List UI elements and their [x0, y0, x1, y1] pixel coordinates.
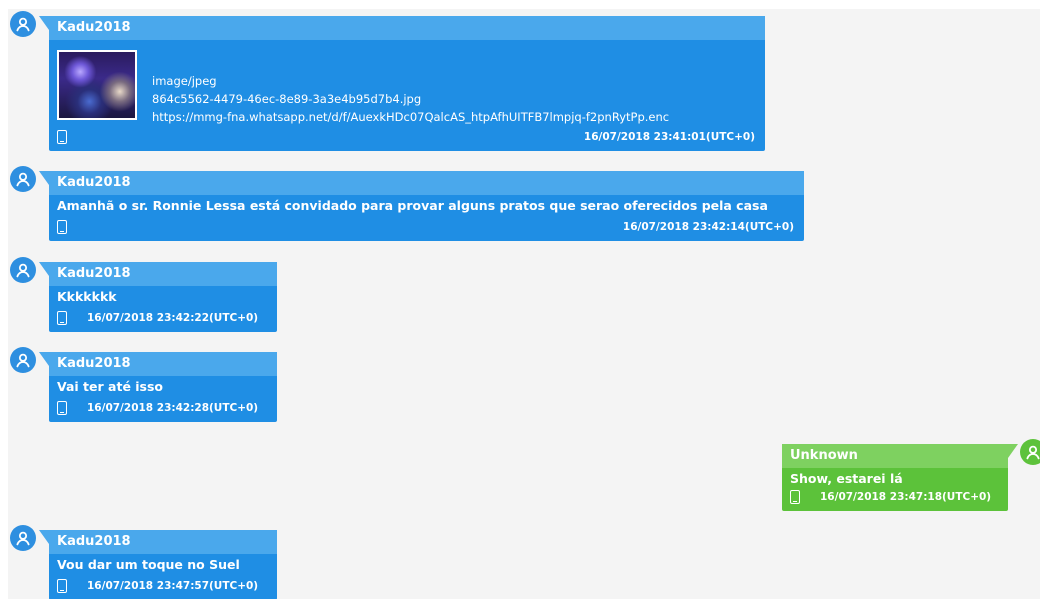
photo-preview: [59, 52, 135, 118]
phone-icon: [57, 401, 67, 415]
chat-transcript: Kadu2018 image/jpeg 864c5562-4479-46ec-8…: [8, 9, 1040, 599]
message-bubble[interactable]: Kadu2018 Kkkkkkk 16/07/2018 23:42:22(UTC…: [39, 262, 277, 332]
message-bubble[interactable]: Kadu2018 Vai ter até isso 16/07/2018 23:…: [39, 352, 277, 422]
attachment-url[interactable]: https://mmg-fna.whatsapp.net/d/f/AuexkHD…: [152, 108, 669, 126]
message-timestamp: 16/07/2018 23:41:01(UTC+0): [583, 131, 755, 143]
user-avatar-icon: [10, 166, 36, 192]
phone-icon: [57, 220, 67, 234]
user-avatar-icon: [1020, 439, 1040, 465]
message-text: Vou dar um toque no Suel: [57, 557, 240, 572]
sender-name: Kadu2018: [49, 262, 277, 286]
message-timestamp: 16/07/2018 23:47:18(UTC+0): [820, 491, 992, 503]
message-timestamp: 16/07/2018 23:42:14(UTC+0): [622, 221, 794, 233]
message-timestamp: 16/07/2018 23:47:57(UTC+0): [87, 580, 259, 592]
user-avatar-icon: [10, 347, 36, 373]
message-footer: 16/07/2018 23:42:28(UTC+0): [57, 401, 269, 417]
attachment-mime: image/jpeg: [152, 74, 217, 88]
message-footer: 16/07/2018 23:42:22(UTC+0): [57, 311, 269, 327]
sender-name: Kadu2018: [49, 171, 804, 195]
message-bubble[interactable]: Kadu2018 Amanhã o sr. Ronnie Lessa está …: [39, 171, 804, 241]
message-footer: 16/07/2018 23:41:01(UTC+0): [57, 130, 757, 146]
message-footer: 16/07/2018 23:42:14(UTC+0): [57, 220, 796, 236]
attachment-info: image/jpeg 864c5562-4479-46ec-8e89-3a3e4…: [152, 72, 669, 126]
phone-icon: [57, 130, 67, 144]
message-bubble[interactable]: Kadu2018 Vou dar um toque no Suel 16/07/…: [39, 530, 277, 599]
message-footer: 16/07/2018 23:47:18(UTC+0): [790, 490, 1000, 506]
message-bubble[interactable]: Kadu2018 image/jpeg 864c5562-4479-46ec-8…: [39, 16, 765, 151]
message-text: Vai ter até isso: [57, 379, 164, 394]
sender-name: Kadu2018: [49, 16, 765, 40]
phone-icon: [790, 490, 800, 504]
message-timestamp: 16/07/2018 23:42:22(UTC+0): [87, 312, 259, 324]
message-text: Kkkkkkk: [57, 289, 117, 304]
attachment-filename: 864c5562-4479-46ec-8e89-3a3e4b95d7b4.jpg: [152, 92, 422, 106]
user-avatar-icon: [10, 257, 36, 283]
message-text: Amanhã o sr. Ronnie Lessa está convidado…: [57, 198, 768, 213]
sender-name: Unknown: [782, 444, 1008, 468]
image-thumbnail[interactable]: [57, 50, 137, 120]
message-footer: 16/07/2018 23:47:57(UTC+0): [57, 579, 269, 595]
phone-icon: [57, 579, 67, 593]
sender-name: Kadu2018: [49, 352, 277, 376]
user-avatar-icon: [10, 525, 36, 551]
message-text: Show, estarei lá: [790, 471, 903, 486]
user-avatar-icon: [10, 11, 36, 37]
message-timestamp: 16/07/2018 23:42:28(UTC+0): [87, 402, 259, 414]
sender-name: Kadu2018: [49, 530, 277, 554]
message-bubble[interactable]: Unknown Show, estarei lá 16/07/2018 23:4…: [782, 444, 1018, 511]
phone-icon: [57, 311, 67, 325]
